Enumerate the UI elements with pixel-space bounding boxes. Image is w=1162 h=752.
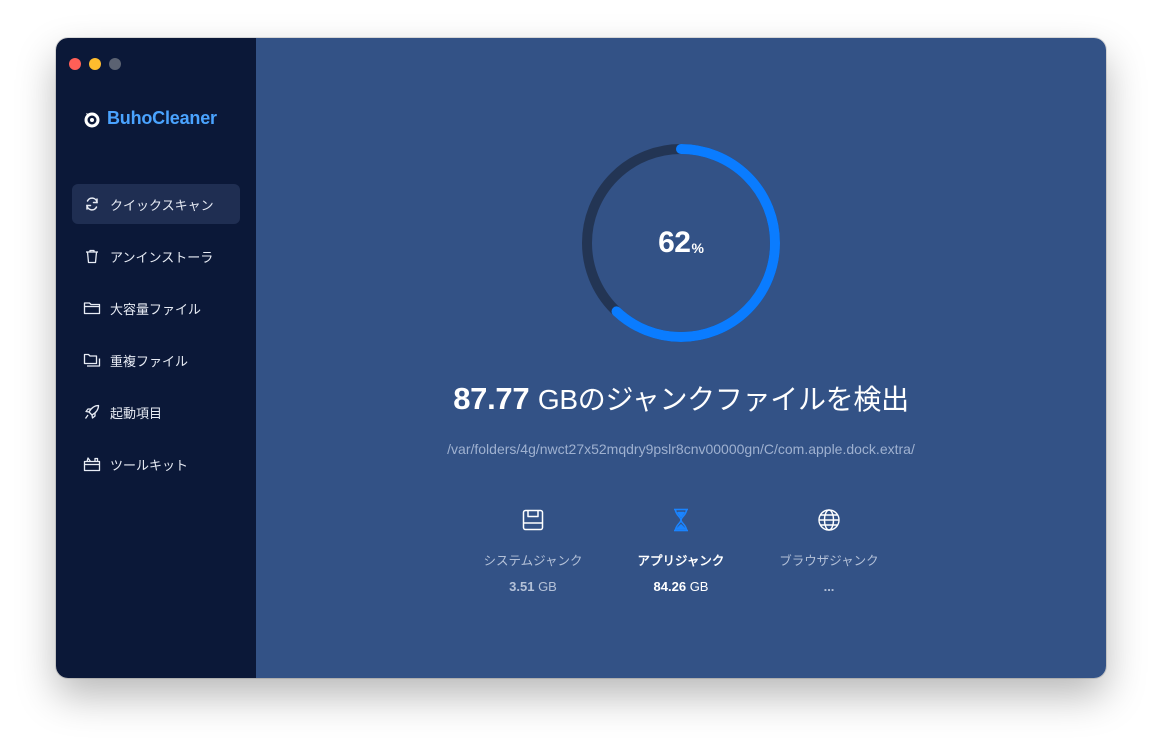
sidebar-item-uninstaller[interactable]: アンインストーラ: [72, 236, 240, 276]
refresh-icon: [83, 195, 101, 213]
rocket-icon: [83, 403, 101, 421]
sidebar-item-toolkit[interactable]: ツールキット: [72, 444, 240, 484]
sidebar-item-large-files[interactable]: 大容量ファイル: [72, 288, 240, 328]
toolkit-icon: [83, 455, 101, 473]
current-scan-path: /var/folders/4g/nwct27x52mqdry9pslr8cnv0…: [447, 441, 915, 457]
category-size: ...: [823, 579, 835, 594]
junk-found-text: のジャンクファイルを検出: [577, 383, 909, 416]
category-size: 3.51 GB: [509, 579, 557, 594]
progress-unit: %: [691, 240, 704, 256]
sidebar-item-label: 重複ファイル: [110, 354, 189, 370]
sidebar-nav: クイックスキャン アンインストーラ 大容量ファイル 重複ファイル 起動項目 ツー…: [72, 184, 240, 496]
category-label: アプリジャンク: [637, 553, 725, 568]
sidebar-item-duplicate-files[interactable]: 重複ファイル: [72, 340, 240, 380]
main-panel: 62% 87.77 GBのジャンクファイルを検出 /var/folders/4g…: [256, 38, 1106, 678]
sidebar-item-label: ツールキット: [110, 458, 189, 474]
junk-found-size: 87.77: [453, 381, 530, 416]
folder-icon: [83, 299, 101, 317]
disk-icon: [519, 506, 547, 534]
globe-icon: [815, 506, 843, 534]
junk-found-headline: 87.77 GBのジャンクファイルを検出: [256, 378, 1106, 418]
sidebar-item-label: アンインストーラ: [110, 250, 214, 266]
traffic-lights: [69, 58, 121, 70]
progress-ring: 62%: [580, 142, 782, 344]
progress-value: 62: [658, 226, 691, 259]
duplicate-folder-icon: [83, 351, 101, 369]
brand-name: BuhoCleaner: [107, 108, 217, 128]
category-label: ブラウザジャンク: [779, 553, 879, 568]
close-button[interactable]: [69, 58, 81, 70]
sidebar-item-label: クイックスキャン: [110, 198, 214, 214]
sidebar-item-startup-items[interactable]: 起動項目: [72, 392, 240, 432]
category-label: システムジャンク: [483, 553, 583, 568]
sidebar-item-label: 起動項目: [110, 406, 163, 422]
sidebar: BuhoCleaner クイックスキャン アンインストーラ 大容量ファイル 重複…: [56, 38, 256, 678]
zoom-button[interactable]: [109, 58, 121, 70]
minimize-button[interactable]: [89, 58, 101, 70]
sidebar-item-label: 大容量ファイル: [110, 302, 202, 318]
category-system-junk[interactable]: システムジャンク 3.51 GB: [459, 506, 607, 594]
junk-categories: システムジャンク 3.51 GB アプリジャンク 84.26 GB ブラウザジャ…: [256, 506, 1106, 594]
trash-icon: [83, 247, 101, 265]
brand: BuhoCleaner: [83, 108, 217, 129]
category-browser-junk[interactable]: ブラウザジャンク ...: [755, 506, 903, 594]
junk-found-unit: GB: [537, 384, 578, 415]
sidebar-item-quick-scan[interactable]: クイックスキャン: [72, 184, 240, 224]
progress-percent: 62%: [580, 142, 782, 344]
app-window: BuhoCleaner クイックスキャン アンインストーラ 大容量ファイル 重複…: [56, 38, 1106, 678]
hourglass-icon: [667, 506, 695, 534]
category-app-junk[interactable]: アプリジャンク 84.26 GB: [607, 506, 755, 594]
category-size: 84.26 GB: [653, 579, 709, 594]
owl-logo-icon: [84, 112, 100, 127]
